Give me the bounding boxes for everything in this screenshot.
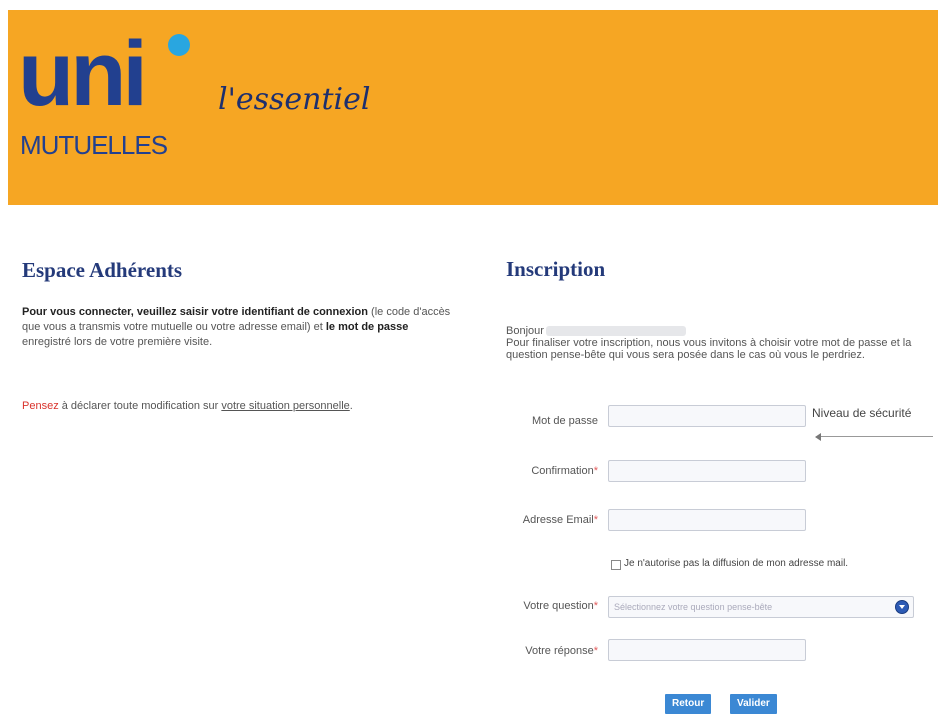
question-placeholder: Sélectionnez votre question pense-bête (614, 602, 773, 612)
left-section-title: Espace Adhérents (22, 258, 183, 282)
required-mark: * (593, 514, 598, 526)
required-mark: * (593, 600, 598, 612)
required-mark: * (593, 465, 598, 477)
reminder-text: Pensez à déclarer toute modification sur… (22, 400, 462, 412)
tagline: l'essentiel (218, 82, 371, 117)
security-question-select[interactable]: Sélectionnez votre question pense-bête (608, 596, 914, 618)
reminder-body: à déclarer toute modification sur (58, 400, 222, 412)
instructions-bold-2: le mot de passe (325, 321, 409, 333)
header-banner: uni MUTUELLES l'essentiel (8, 10, 938, 205)
security-level-meter (818, 436, 933, 437)
question-label-text: Votre question (523, 600, 594, 612)
confirmation-input[interactable] (608, 460, 806, 482)
user-name-redacted (545, 326, 686, 337)
logo-main-text: uni (18, 23, 148, 125)
no-email-diffusion-checkbox[interactable] (611, 560, 621, 570)
registration-title: Inscription (506, 257, 606, 281)
password-input[interactable] (608, 405, 806, 427)
reminder-prefix: Pensez (22, 400, 59, 412)
logo-dot (168, 34, 190, 56)
registration-intro: Bonjour Pour finaliser votre inscription… (506, 325, 931, 361)
security-level-indicator (815, 433, 821, 441)
submit-button[interactable]: Valider (730, 694, 777, 714)
no-email-diffusion-label[interactable]: Je n'autorise pas la diffusion de mon ad… (624, 558, 848, 569)
security-level-label: Niveau de sécurité (812, 406, 912, 420)
answer-input[interactable] (608, 639, 806, 661)
required-mark: * (593, 645, 598, 657)
logo-sub-text: MUTUELLES (20, 130, 168, 160)
question-label: Votre question* (503, 600, 598, 612)
confirmation-label: Confirmation* (503, 465, 598, 477)
instructions-end: enregistré lors de votre première visite… (22, 336, 213, 348)
reminder-end: . (349, 400, 353, 412)
dropdown-arrow-icon[interactable] (895, 600, 909, 614)
answer-label-text: Votre réponse (525, 645, 594, 657)
answer-label: Votre réponse* (503, 645, 598, 657)
instructions-bold: Pour vous connecter, veuillez saisir vot… (22, 306, 368, 318)
back-button[interactable]: Retour (665, 694, 712, 714)
personal-situation-link[interactable]: votre situation personnelle (221, 400, 349, 412)
email-input[interactable] (608, 509, 806, 531)
password-label: Mot de passe (531, 415, 598, 427)
email-label-text: Adresse Email (522, 514, 594, 526)
greeting: Bonjour (506, 325, 544, 337)
intro-text: Pour finaliser votre inscription, nous v… (506, 337, 912, 361)
email-label: Adresse Email* (503, 514, 598, 526)
login-instructions: Pour vous connecter, veuillez saisir vot… (22, 305, 452, 350)
confirmation-label-text: Confirmation (531, 465, 594, 477)
